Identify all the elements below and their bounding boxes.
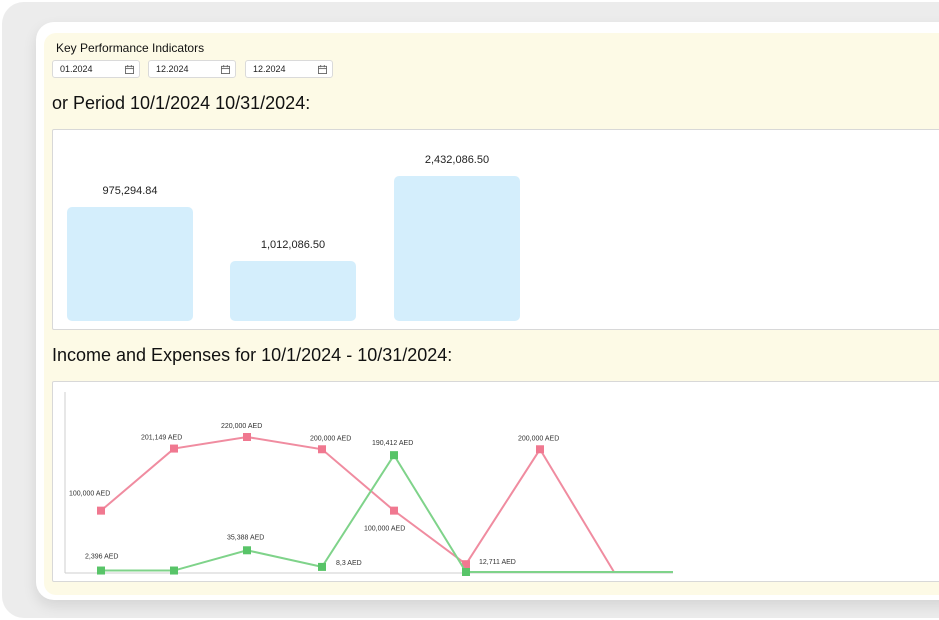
calendar-icon[interactable] — [221, 65, 230, 74]
period-heading: or Period 10/1/2024 10/31/2024: — [52, 93, 311, 113]
income-point — [97, 506, 105, 515]
expense-point — [462, 568, 470, 576]
expense-point — [97, 566, 105, 575]
expense-point — [243, 546, 251, 555]
expense-data-label: 2,396 AED — [85, 554, 118, 561]
income-line — [100, 435, 615, 573]
income-data-label: 100,000 AED — [364, 526, 405, 533]
income-point — [536, 445, 544, 454]
expense-point — [318, 562, 326, 571]
expense-data-label: 190,412 AED — [372, 440, 413, 447]
bar-chart-panel: 975,294.84 1,012,086.50 2,432,086.50 — [52, 129, 939, 330]
income-data-label: 100,000 AED — [69, 491, 110, 498]
expense-data-label: 35,388 AED — [227, 534, 264, 541]
line-chart-panel: 100,000 AED 201,149 AED 220,000 AED 200,000… — [52, 381, 939, 582]
bar-value-label: 1,012,086.50 — [260, 238, 326, 251]
calendar-icon[interactable] — [318, 65, 327, 74]
date-compare-value: 12.2024 — [253, 64, 286, 74]
income-expenses-heading: Income and Expenses for 10/1/2024 - 10/3… — [52, 345, 453, 365]
income-data-label: 200,000 AED — [310, 435, 351, 442]
income-point — [243, 433, 251, 441]
income-data-label: 201,149 AED — [141, 435, 182, 442]
bar-2[interactable] — [230, 260, 356, 321]
expense-point — [170, 566, 178, 575]
income-point — [170, 444, 178, 453]
date-to-value: 12.2024 — [156, 64, 189, 74]
bar-1[interactable] — [67, 207, 193, 321]
kpi-title: Key Performance Indicators — [56, 41, 205, 55]
expense-point — [390, 451, 398, 460]
bar-value-label: 2,432,086.50 — [424, 154, 490, 166]
bar-value-label: 975,294.84 — [102, 185, 158, 197]
line-chart: 100,000 AED 201,149 AED 220,000 AED 200,000… — [64, 392, 673, 576]
date-from-value: 01.2024 — [60, 64, 93, 74]
date-compare-field[interactable]: 12.2024 — [245, 60, 333, 78]
expense-line — [101, 453, 673, 573]
income-data-label: 200,000 AED — [518, 435, 559, 442]
expense-data-label: 8,3 AED — [336, 560, 362, 567]
calendar-icon[interactable] — [125, 65, 134, 74]
bar-3[interactable] — [394, 176, 520, 321]
income-point — [318, 445, 326, 454]
income-point — [390, 506, 398, 515]
date-from-field[interactable]: 01.2024 — [52, 60, 140, 78]
date-to-field[interactable]: 12.2024 — [148, 60, 236, 78]
income-data-label: 220,000 AED — [221, 423, 262, 430]
income-data-label: 12,711 AED — [479, 559, 516, 566]
